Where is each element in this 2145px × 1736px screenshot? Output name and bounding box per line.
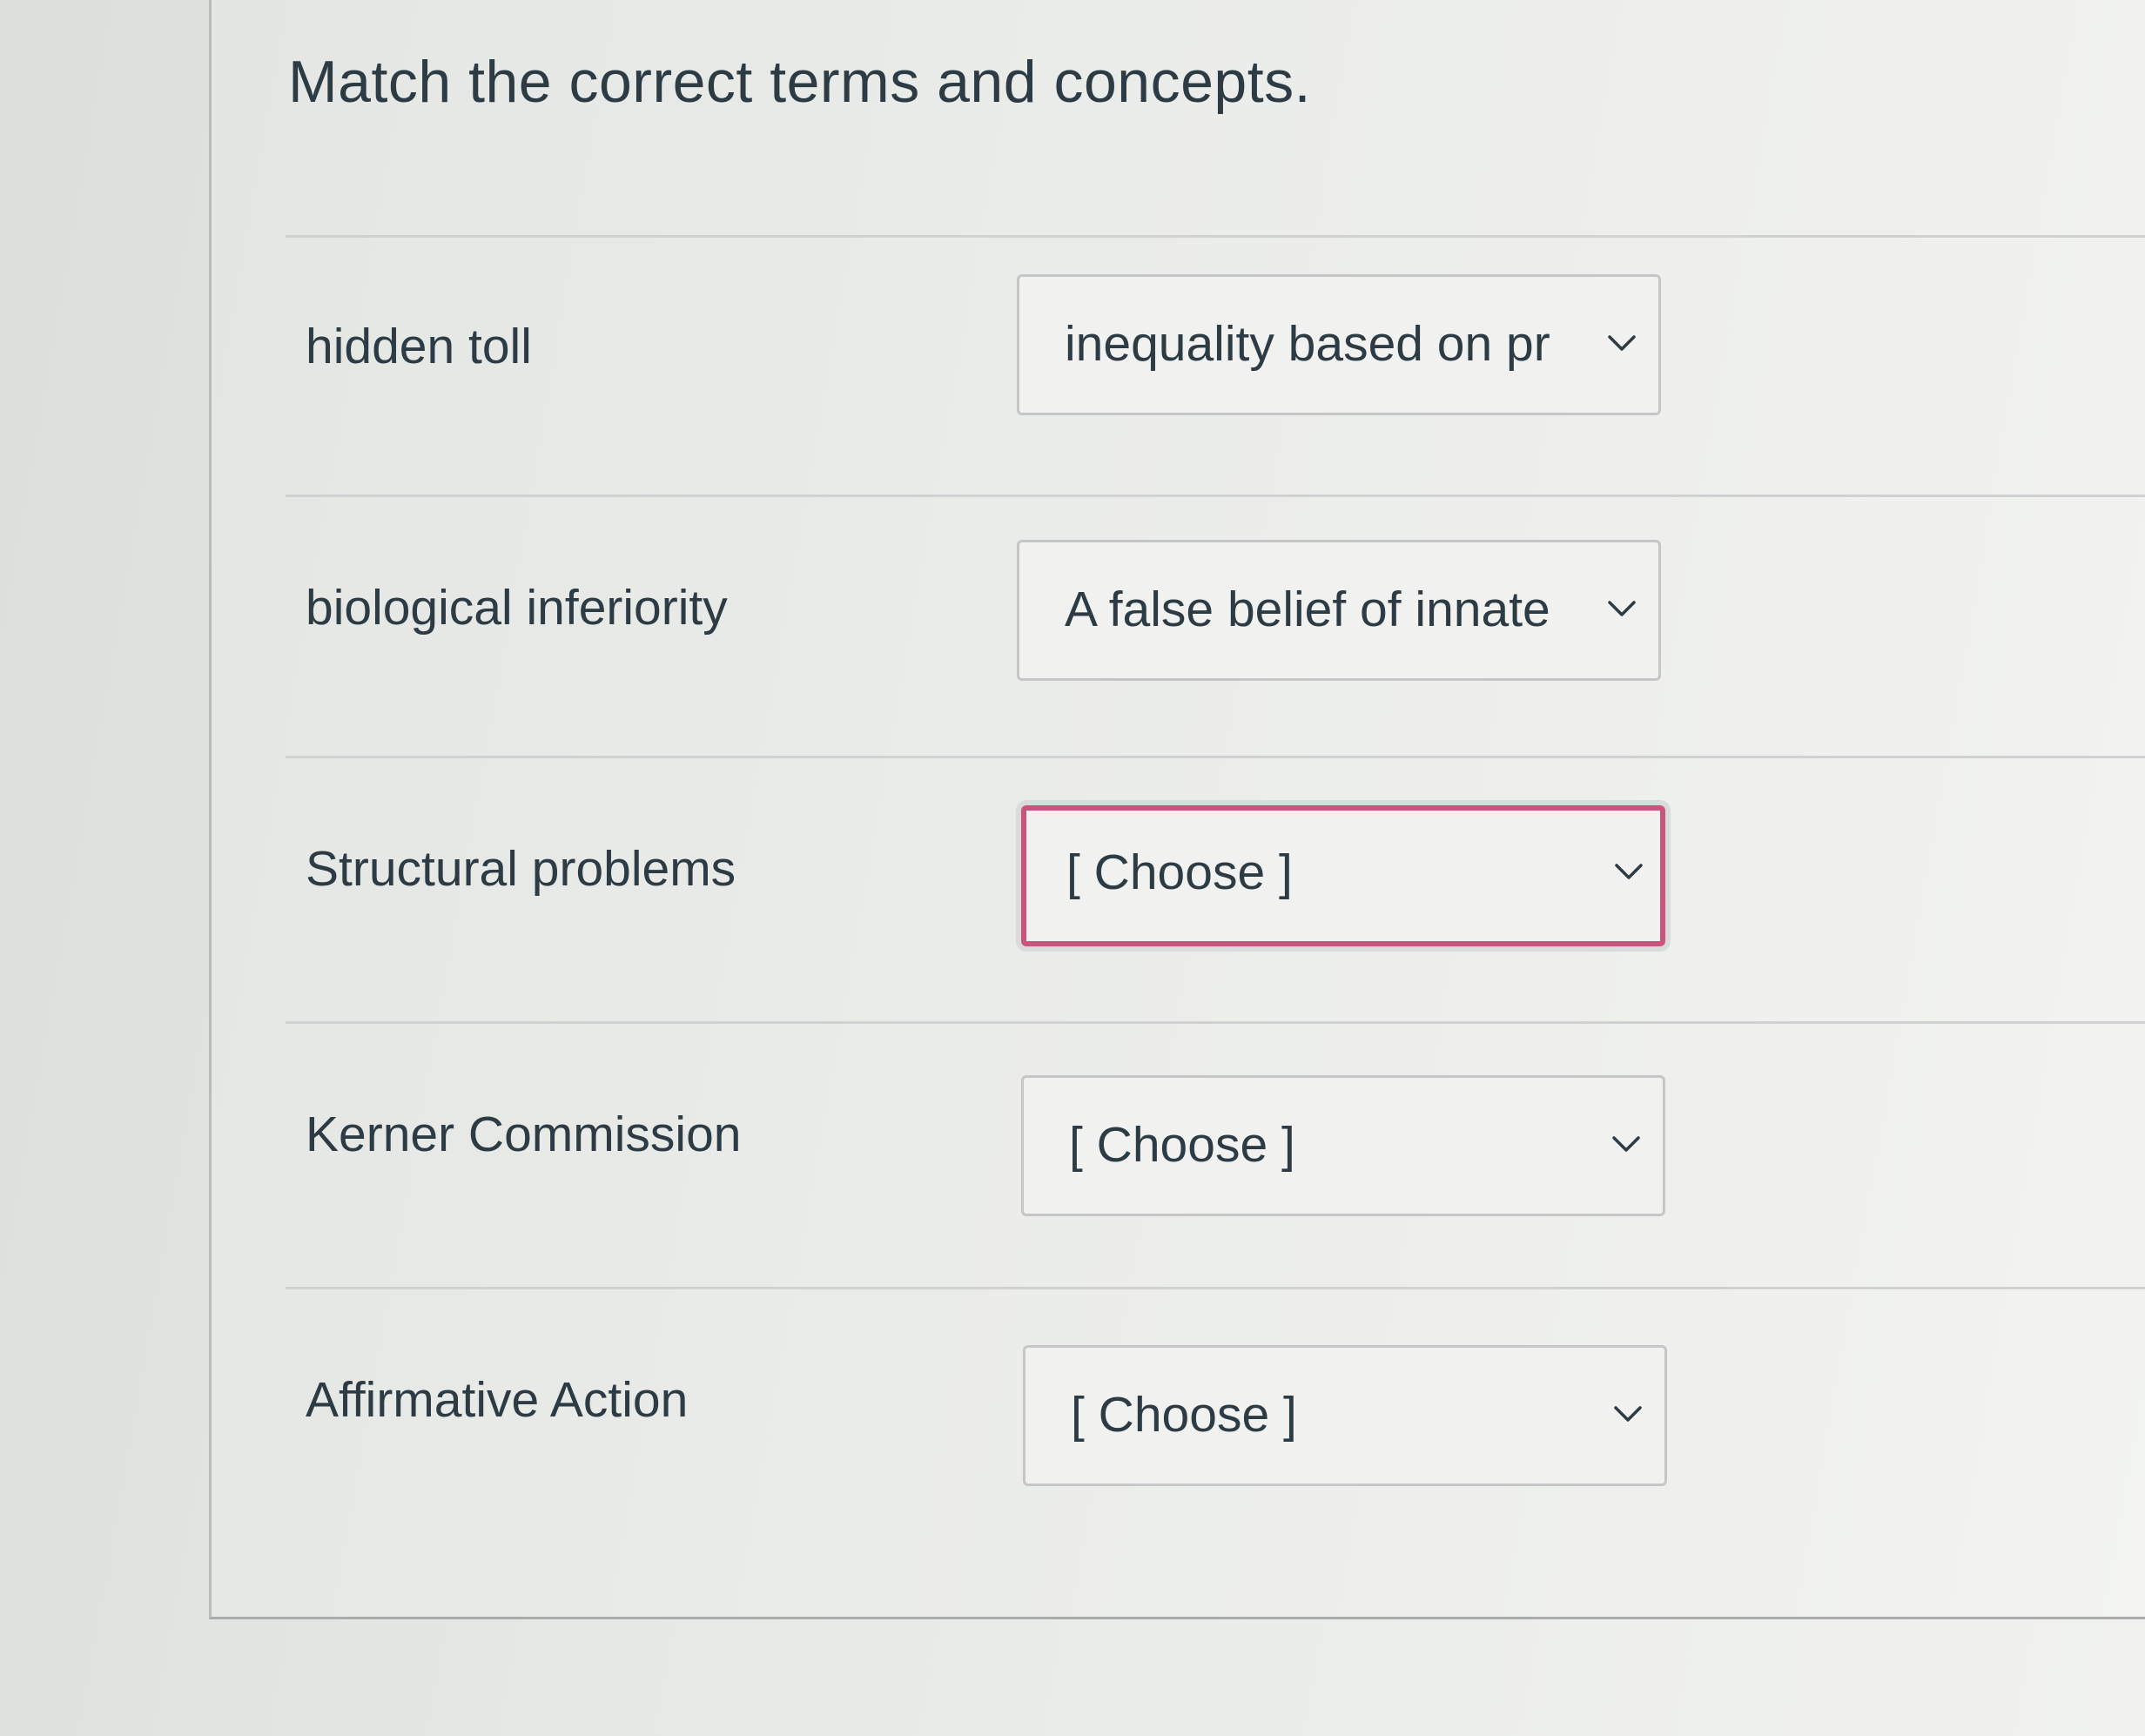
- answer-select[interactable]: [ Choose ]: [1023, 1345, 1667, 1486]
- selected-answer: [ Choose ]: [1069, 1117, 1295, 1173]
- answer-select[interactable]: A false belief of innate: [1017, 540, 1661, 681]
- match-row: Affirmative Action [ Choose ]: [212, 1345, 2145, 1632]
- chevron-down-icon: [1608, 601, 1636, 616]
- chevron-down-icon: [1615, 864, 1643, 879]
- answer-select[interactable]: [ Choose ]: [1021, 805, 1665, 946]
- divider: [286, 235, 2145, 238]
- term-label: Kerner Commission: [306, 1107, 742, 1162]
- selected-answer: A false belief of innate: [1065, 582, 1550, 637]
- chevron-down-icon: [1612, 1136, 1640, 1152]
- term-label: Structural problems: [306, 841, 736, 897]
- term-label: hidden toll: [306, 319, 532, 374]
- question-card: Match the correct terms and concepts. hi…: [209, 0, 2145, 1619]
- divider: [286, 495, 2145, 497]
- selected-answer: [ Choose ]: [1066, 844, 1293, 900]
- divider: [286, 756, 2145, 758]
- match-row: biological inferiority A false belief of…: [212, 540, 2145, 840]
- divider: [286, 1021, 2145, 1024]
- match-row: Kerner Commission [ Choose ]: [212, 1075, 2145, 1367]
- term-label: Affirmative Action: [306, 1372, 689, 1428]
- chevron-down-icon: [1608, 335, 1636, 351]
- selected-answer: [ Choose ]: [1071, 1387, 1297, 1443]
- question-title: Match the correct terms and concepts.: [288, 49, 1311, 115]
- divider: [286, 1287, 2145, 1289]
- match-row: Structural problems [ Choose ]: [212, 805, 2145, 1101]
- selected-answer: inequality based on pr: [1065, 316, 1550, 372]
- chevron-down-icon: [1614, 1406, 1642, 1422]
- answer-select[interactable]: inequality based on pr: [1017, 274, 1661, 415]
- term-label: biological inferiority: [306, 580, 728, 636]
- answer-select[interactable]: [ Choose ]: [1021, 1075, 1665, 1216]
